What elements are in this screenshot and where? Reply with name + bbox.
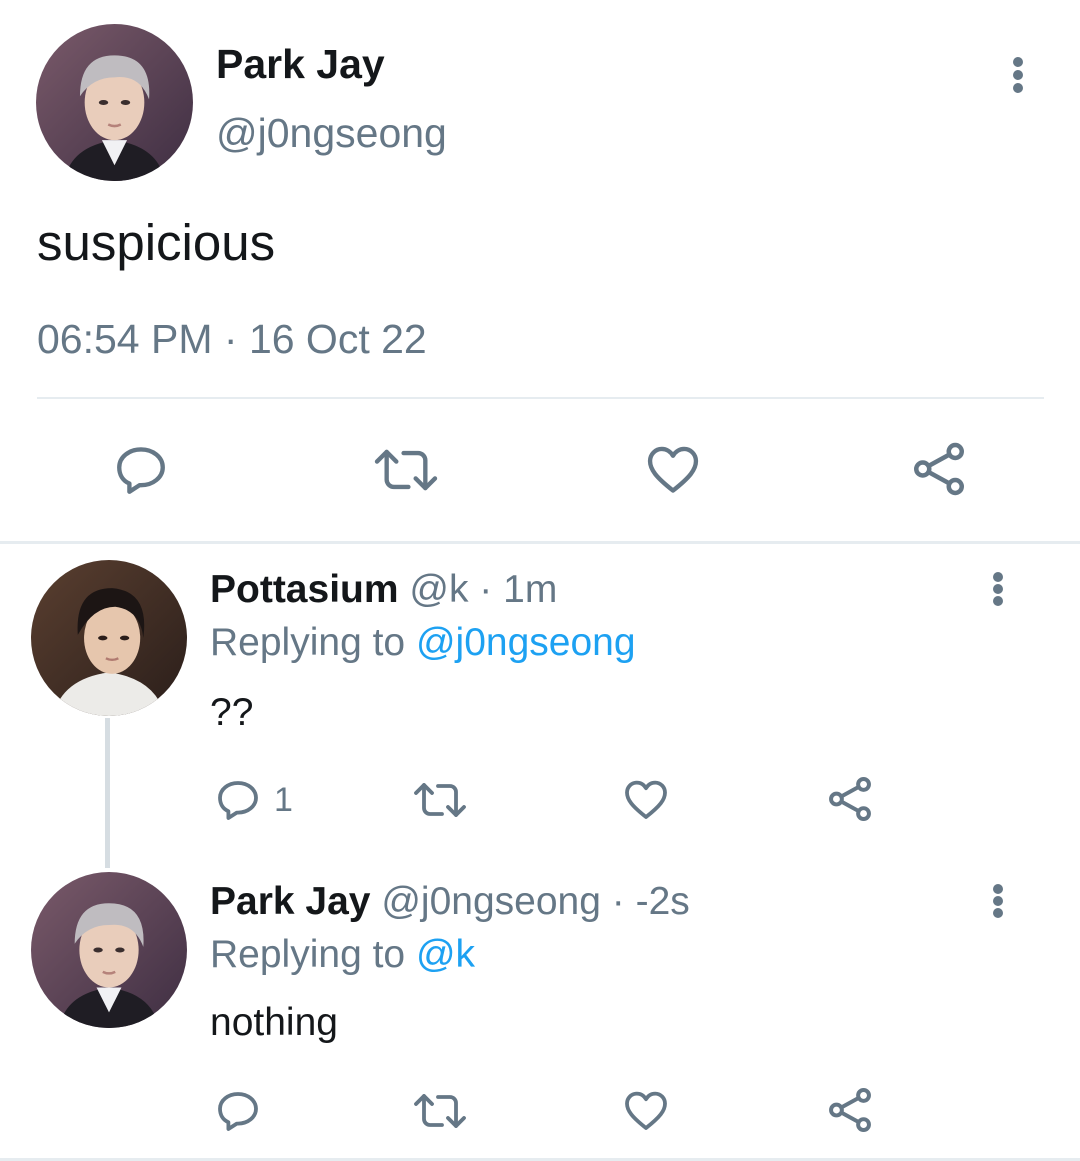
reply-dot-separator: · (600, 880, 636, 923)
avatar-photo (36, 24, 193, 181)
replying-to-prefix: Replying to (210, 933, 416, 976)
reply-text: nothing (210, 1001, 338, 1044)
timestamp-separator: · (212, 316, 249, 362)
replying-to: Replying to @k (210, 931, 475, 979)
reply-share-button[interactable] (825, 1085, 875, 1135)
reply-header: Park Jay @j0ngseong · -2s (210, 878, 690, 926)
reply-retweet-button[interactable] (411, 776, 469, 824)
reply-header: Pottasium @k · 1m (210, 566, 557, 614)
replying-to-prefix: Replying to (210, 621, 416, 664)
main-author-handle[interactable]: @j0ngseong (216, 107, 447, 159)
tweet-time: 06:54 PM (37, 316, 213, 362)
main-author-avatar[interactable] (36, 24, 193, 181)
retweet-icon (414, 1094, 466, 1128)
share-icon (829, 777, 871, 821)
more-vertical-icon[interactable] (991, 884, 1005, 918)
reply-icon (218, 781, 258, 820)
reply-retweet-button[interactable] (411, 1087, 469, 1135)
heart-icon (625, 1091, 667, 1130)
more-vertical-icon[interactable] (991, 572, 1005, 606)
reply-icon (117, 447, 165, 494)
reply-author-avatar[interactable] (31, 872, 187, 1028)
reply-author-avatar[interactable] (31, 560, 187, 716)
main-author-name[interactable]: Park Jay (216, 38, 385, 90)
reply-like-button[interactable] (621, 776, 671, 824)
reply-reply-button[interactable] (214, 1087, 262, 1135)
reply-time: 1m (503, 568, 558, 611)
main-tweet-text: suspicious (37, 214, 276, 271)
retweet-icon (414, 783, 466, 817)
reply-icon (218, 1092, 258, 1131)
main-retweet-button[interactable] (371, 441, 441, 499)
heart-icon (647, 446, 699, 493)
reply-time: -2s (635, 880, 690, 923)
reply-author-handle[interactable]: @k (409, 568, 468, 611)
reply-author-name[interactable]: Park Jay (210, 880, 370, 923)
share-icon (829, 1088, 871, 1132)
reply-share-button[interactable] (825, 774, 875, 824)
replying-to: Replying to @j0ngseong (210, 619, 636, 667)
section-divider (0, 541, 1080, 544)
reply-like-button[interactable] (621, 1087, 671, 1135)
more-vertical-icon[interactable] (1011, 57, 1025, 93)
reply-text: ?? (210, 691, 254, 734)
replying-to-link[interactable]: @j0ngseong (416, 621, 636, 664)
retweet-icon (374, 449, 438, 491)
reply-reply-button[interactable]: 1 (214, 776, 293, 824)
share-icon (914, 442, 964, 496)
reply-dot-separator: · (468, 568, 504, 611)
avatar-photo (31, 872, 187, 1028)
reply-author-handle[interactable]: @j0ngseong (381, 880, 601, 923)
reply-count: 1 (274, 781, 293, 819)
main-reply-button[interactable] (112, 441, 170, 499)
main-like-button[interactable] (643, 441, 703, 499)
divider (37, 397, 1044, 399)
heart-icon (625, 780, 667, 819)
reply-author-name[interactable]: Pottasium (210, 568, 399, 611)
replying-to-link[interactable]: @k (416, 933, 475, 976)
thread-connector-line (105, 718, 110, 868)
main-share-button[interactable] (909, 439, 969, 499)
main-tweet-timestamp: 06:54 PM · 16 Oct 22 (37, 313, 427, 365)
tweet-date: 16 Oct 22 (248, 316, 427, 362)
avatar-photo (31, 560, 187, 716)
